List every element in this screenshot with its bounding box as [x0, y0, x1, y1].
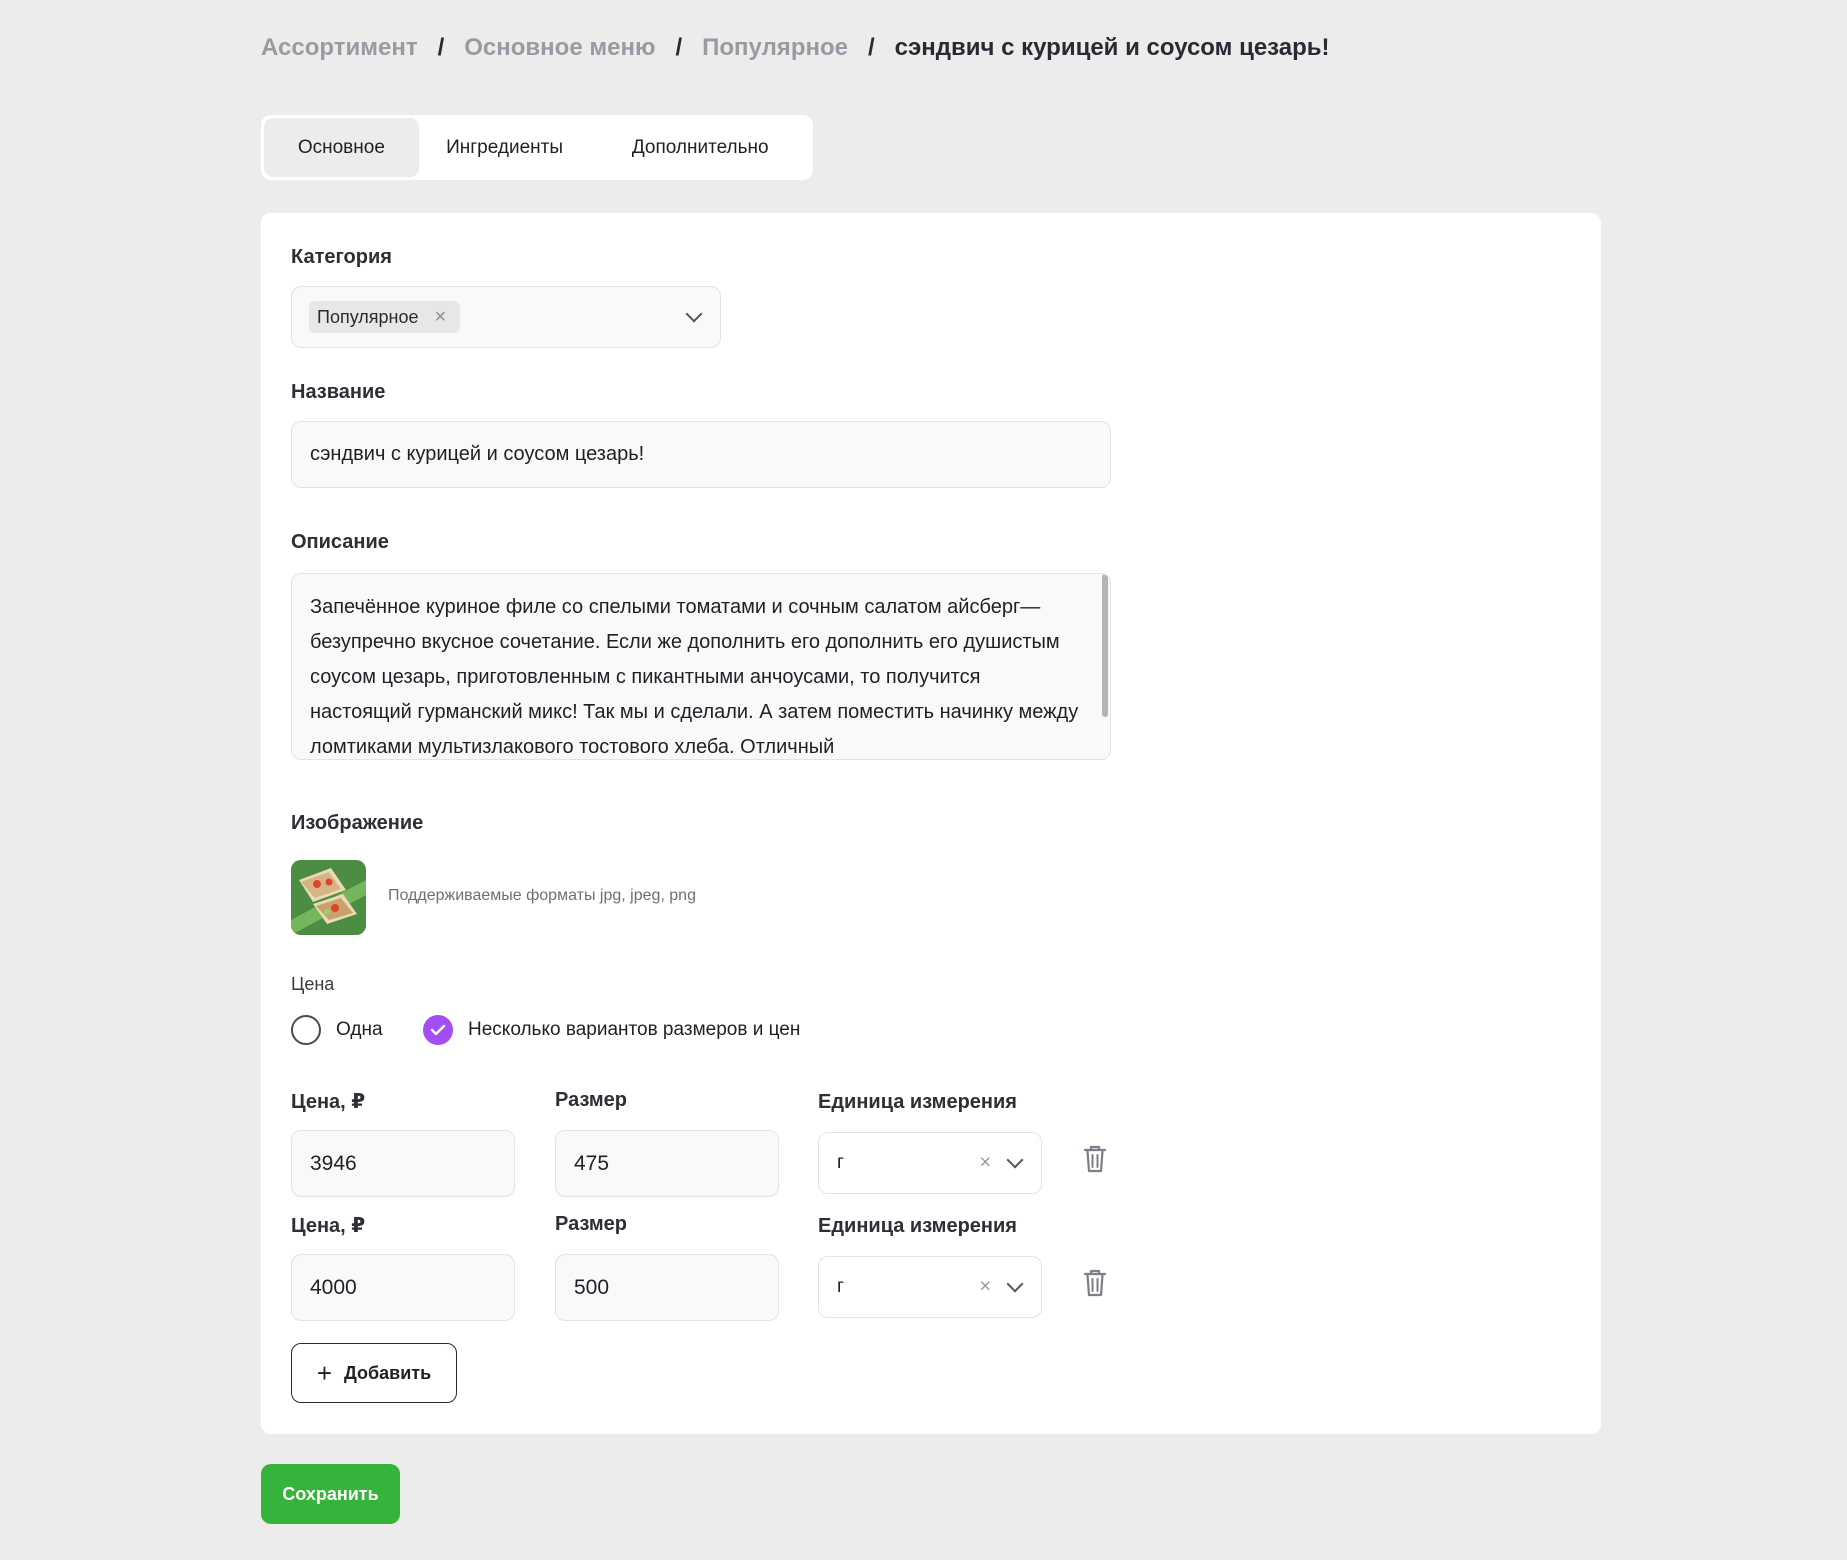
description-label: Описание: [291, 531, 389, 553]
chevron-down-icon[interactable]: [685, 305, 703, 323]
size-label: Размер: [555, 1213, 628, 1235]
image-label: Изображение: [291, 812, 424, 834]
page: Ассортимент / Основное меню / Популярное…: [0, 0, 1847, 1560]
product-form-card: Категория Популярное × Название сэндвич …: [261, 213, 1601, 1434]
tab-bar: Основное Ингредиенты Дополнительно: [261, 115, 813, 180]
unit-value: г: [837, 1152, 844, 1173]
breadcrumb-current: сэндвич с курицей и соусом цезарь!: [894, 34, 1330, 61]
unit-select[interactable]: г ×: [818, 1256, 1042, 1318]
category-chip: Популярное ×: [309, 301, 461, 333]
price-option-single-label: Одна: [336, 1019, 383, 1040]
breadcrumb-separator: /: [867, 34, 875, 61]
breadcrumb-item-popular[interactable]: Популярное: [702, 34, 848, 62]
chip-remove-icon[interactable]: ×: [435, 307, 447, 327]
image-format-hint: Поддерживаемые форматы jpg, jpeg, png: [388, 887, 696, 904]
category-chip-label: Популярное: [317, 306, 419, 327]
product-image-thumbnail[interactable]: [291, 860, 366, 935]
sandwich-image-icon: [291, 860, 366, 935]
unit-select[interactable]: г ×: [818, 1132, 1042, 1194]
price-option-single[interactable]: Одна: [291, 1015, 383, 1045]
breadcrumb-item-assortment[interactable]: Ассортимент: [261, 34, 418, 62]
size-input[interactable]: 475: [555, 1130, 779, 1197]
description-textarea[interactable]: Запечённое куриное филе со спелыми томат…: [291, 573, 1111, 760]
description-scrollbar[interactable]: [1102, 574, 1108, 717]
name-input[interactable]: сэндвич с курицей и соусом цезарь!: [291, 421, 1111, 488]
chevron-down-icon[interactable]: [1006, 1151, 1024, 1169]
clear-icon[interactable]: ×: [979, 1276, 991, 1299]
description-text: Запечённое куриное филе со спелыми томат…: [310, 596, 1079, 758]
radio-checked-icon[interactable]: [423, 1015, 453, 1045]
price-option-multiple[interactable]: Несколько вариантов размеров и цен: [423, 1015, 800, 1045]
price-label: Цена, ₽: [291, 1091, 366, 1113]
tab-main[interactable]: Основное: [264, 118, 419, 177]
breadcrumb-separator: /: [675, 34, 683, 61]
price-option-multiple-label: Несколько вариантов размеров и цен: [468, 1019, 801, 1040]
size-input[interactable]: 500: [555, 1254, 779, 1321]
radio-unchecked-icon[interactable]: [291, 1015, 321, 1045]
price-input[interactable]: 4000: [291, 1254, 515, 1321]
tab-additional[interactable]: Дополнительно: [590, 118, 810, 177]
unit-label: Единица измерения: [818, 1215, 1017, 1237]
clear-icon[interactable]: ×: [979, 1152, 991, 1175]
price-input[interactable]: 3946: [291, 1130, 515, 1197]
price-caption: Цена: [291, 974, 335, 994]
trash-icon[interactable]: [1082, 1144, 1108, 1174]
save-button[interactable]: Сохранить: [261, 1464, 400, 1524]
price-label: Цена, ₽: [291, 1215, 366, 1237]
tab-ingredients[interactable]: Ингредиенты: [419, 118, 591, 177]
name-label: Название: [291, 381, 386, 403]
trash-icon[interactable]: [1082, 1268, 1108, 1298]
unit-label: Единица измерения: [818, 1091, 1017, 1113]
plus-icon: +: [316, 1358, 332, 1388]
category-label: Категория: [291, 246, 392, 268]
breadcrumb-separator: /: [437, 34, 445, 61]
breadcrumb: Ассортимент / Основное меню / Популярное…: [261, 34, 1330, 62]
chevron-down-icon[interactable]: [1006, 1275, 1024, 1293]
size-label: Размер: [555, 1089, 628, 1111]
add-variant-button[interactable]: + Добавить: [291, 1343, 457, 1403]
category-select[interactable]: Популярное ×: [291, 286, 721, 348]
unit-value: г: [837, 1276, 844, 1297]
add-variant-label: Добавить: [344, 1362, 432, 1383]
breadcrumb-item-main-menu[interactable]: Основное меню: [464, 34, 655, 62]
